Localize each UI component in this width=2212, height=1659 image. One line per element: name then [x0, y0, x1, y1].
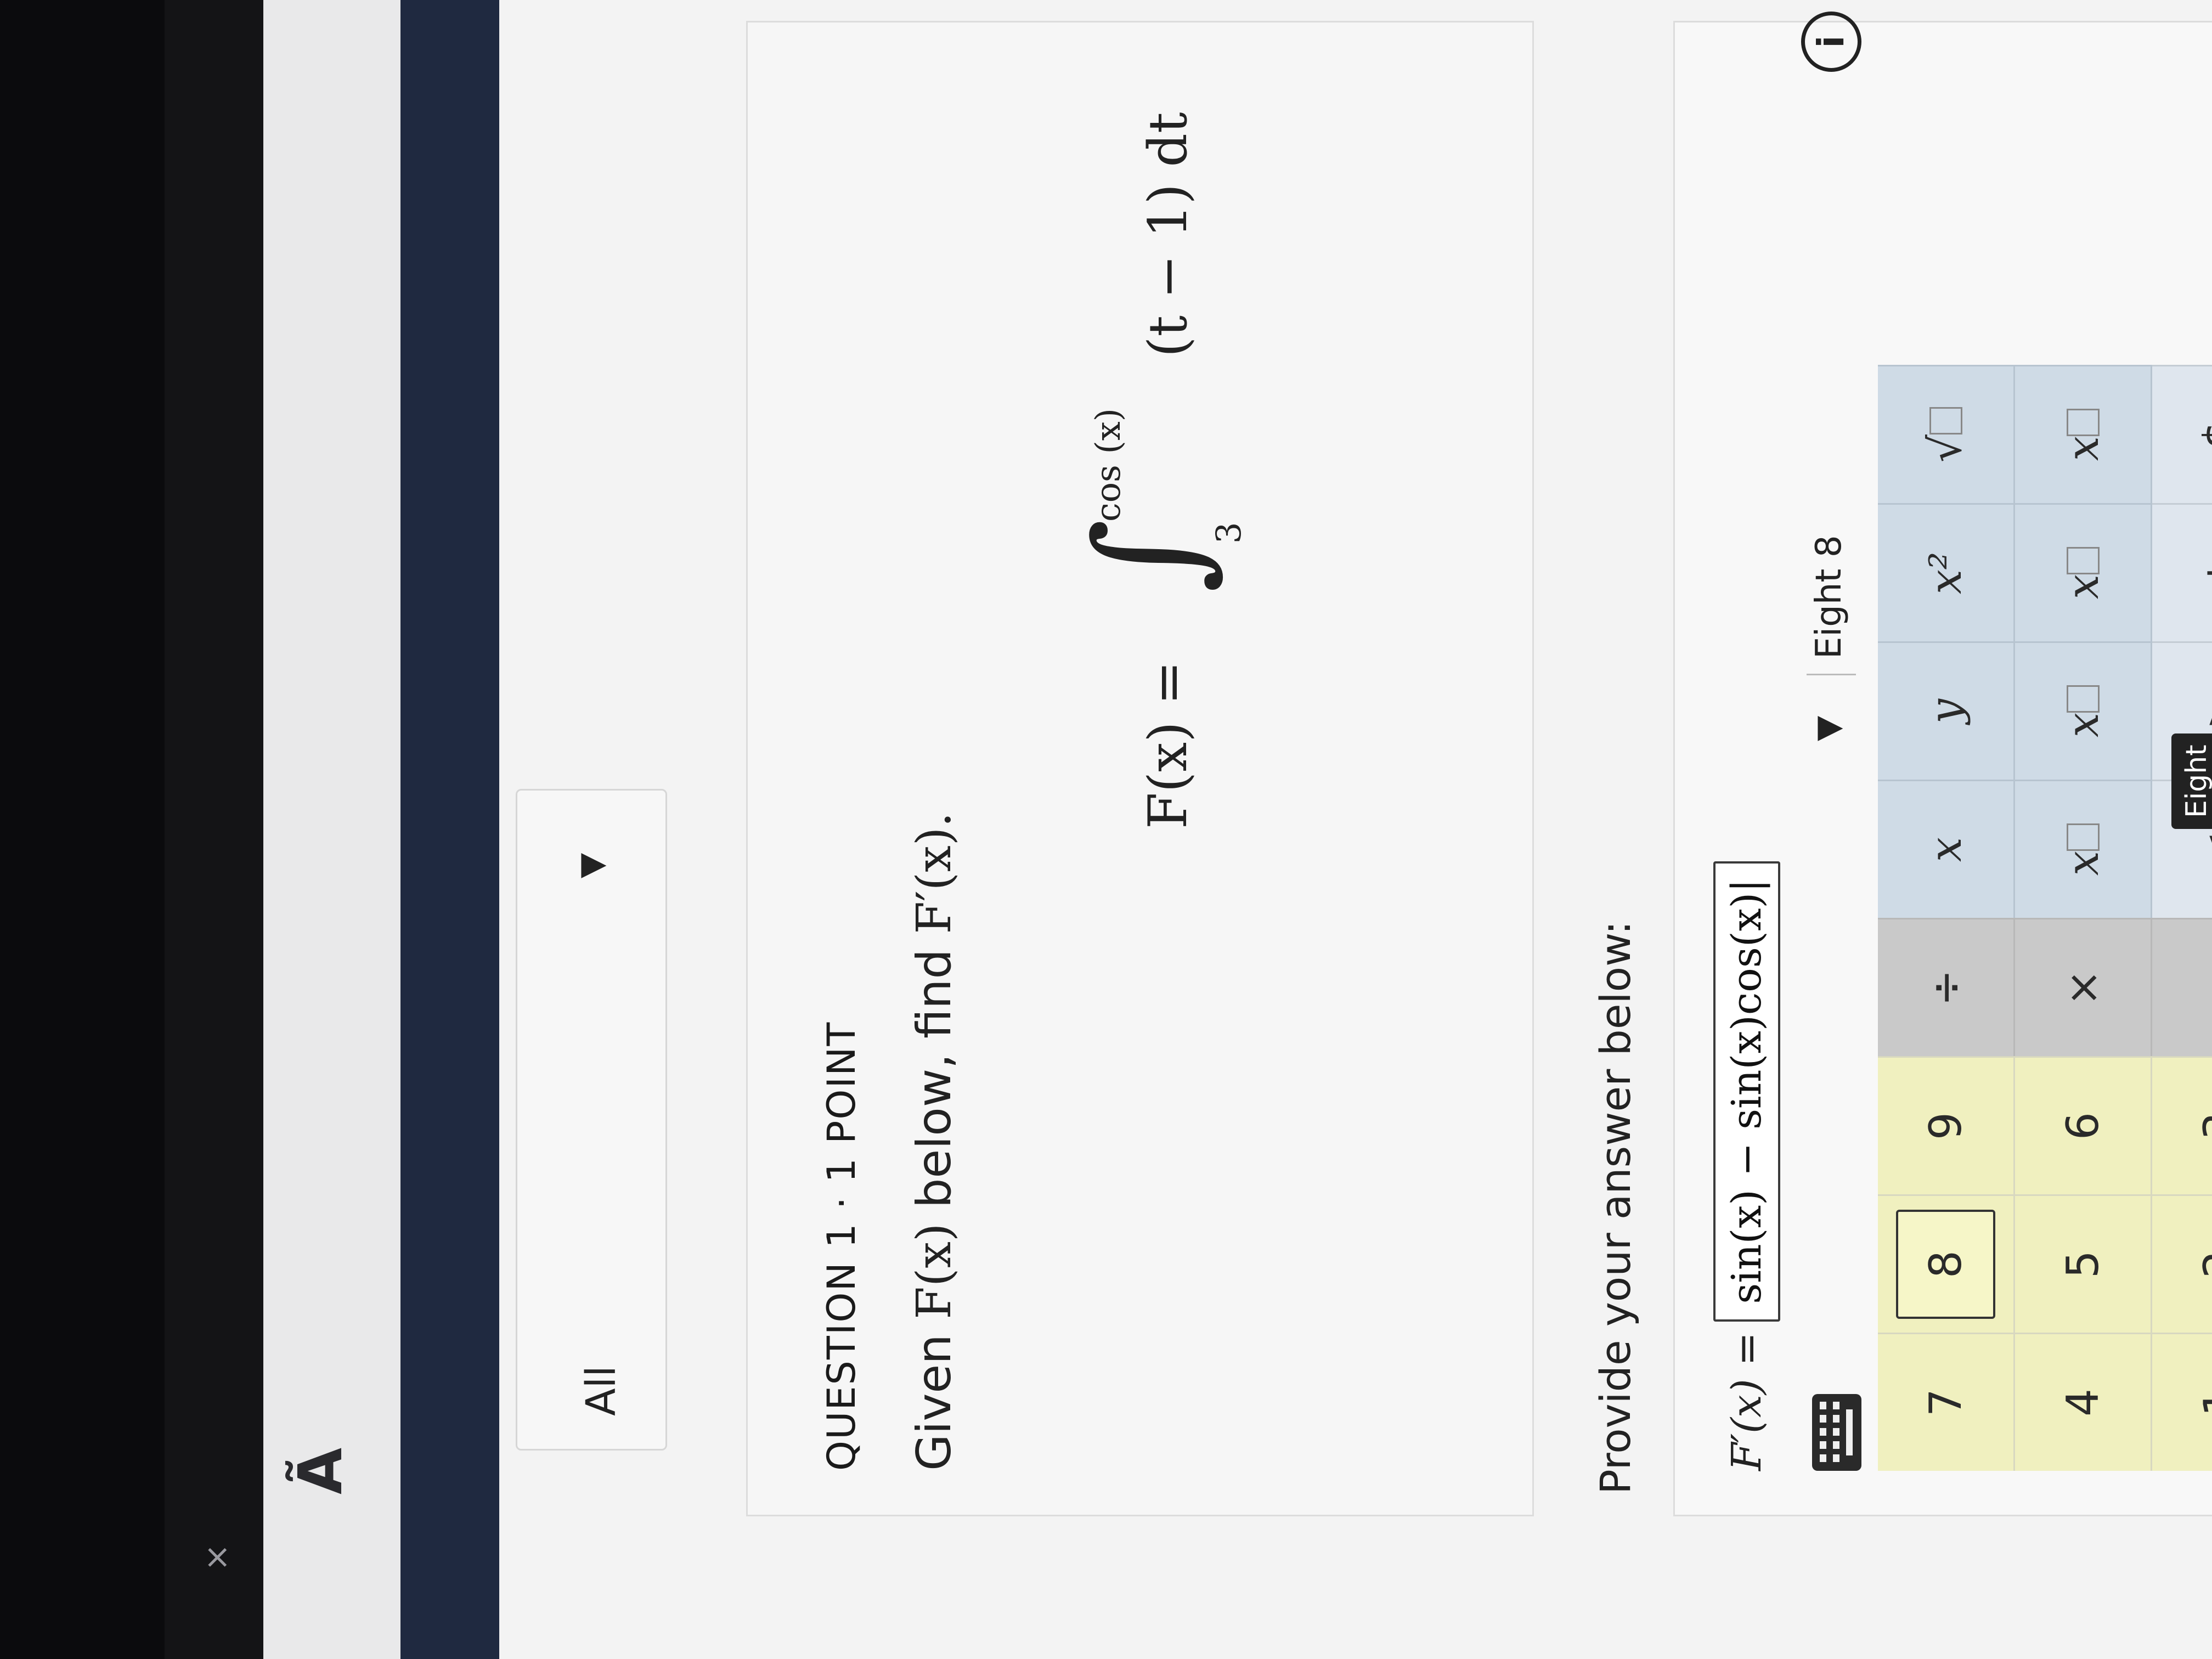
keypad-toolbar: ▼ Eight 8 i — [1801, 12, 1867, 1471]
key-power[interactable]: x — [2015, 503, 2152, 641]
power-base: x — [2057, 574, 2108, 600]
key-mixed-fraction[interactable]: x — [2015, 641, 2152, 780]
prompt-fprime: F′(x). — [907, 812, 962, 934]
subscript-base: x — [2057, 436, 2108, 461]
keypad-collapse-icon[interactable]: ▼ — [1809, 716, 1847, 741]
key-sqrt[interactable]: √ — [1878, 365, 2015, 503]
integrand: (t − 1) dt — [1137, 112, 1199, 357]
fraction-numerator: x — [2057, 850, 2108, 876]
prompt-mid: below, find — [907, 949, 962, 1209]
answer-row: F′(x) = sin(x) − sin(x)cos(x)| — [1713, 861, 1780, 1471]
answer-prompt: Provide your answer below: — [1591, 921, 1640, 1494]
key-divide[interactable]: ÷ — [1878, 918, 2015, 1056]
formula-lhs: F(x) = — [1137, 661, 1199, 829]
key-multiply[interactable]: × — [2015, 918, 2152, 1056]
key-fraction[interactable]: x — [2015, 780, 2152, 918]
answer-lhs: F′(x) = — [1723, 1331, 1770, 1471]
mixed-fraction-whole: x — [2057, 712, 2108, 738]
browser-chrome — [263, 0, 400, 1659]
question-header: QUESTION 1 · 1 POINT — [819, 1021, 864, 1471]
toolbar-divider — [1807, 674, 1856, 675]
prompt-prefix: Given — [907, 1334, 962, 1471]
rotated-screen: × Ã All ▼ QUESTION 1 · 1 POINT Given F(x… — [0, 0, 2212, 1659]
tab-favicon-glyph: Ã — [285, 1447, 356, 1494]
prompt-fx: F(x) — [907, 1223, 962, 1319]
placeholder-box-icon — [2066, 408, 2100, 436]
key-y[interactable]: y — [1878, 641, 2015, 780]
key-x[interactable]: x — [1878, 780, 2015, 918]
site-nav-bar — [400, 0, 499, 1659]
key-tooltip: Eight — [2171, 733, 2212, 829]
key-subscript[interactable]: x — [2015, 365, 2152, 503]
key-1[interactable]: 1 — [2152, 1333, 2212, 1471]
filter-selected-value: All — [578, 1365, 625, 1416]
chevron-down-icon: ▼ — [572, 853, 611, 878]
question-card: QUESTION 1 · 1 POINT Given F(x) below, f… — [746, 21, 1534, 1516]
key-x-squared[interactable]: x² — [1878, 503, 2015, 641]
question-filter-dropdown[interactable]: All ▼ — [516, 789, 667, 1451]
key-5[interactable]: 5 — [2015, 1194, 2152, 1333]
key-7[interactable]: 7 — [1878, 1333, 2015, 1471]
integral-upper-limit: cos (x) — [1088, 408, 1128, 522]
key-3[interactable]: 3 — [2152, 1056, 2212, 1194]
answer-card: F′(x) = sin(x) − sin(x)cos(x)| ▼ Eight 8… — [1673, 12, 2212, 1516]
key-8-label: 8 — [1896, 1210, 1995, 1319]
placeholder-box-icon — [2066, 823, 2100, 851]
key-minus[interactable]: - — [2152, 918, 2212, 1056]
key-dollar[interactable]: $ — [2152, 365, 2212, 503]
key-9[interactable]: 9 — [1878, 1056, 2015, 1194]
sqrt-icon: √ — [1920, 435, 1971, 462]
placeholder-box-icon — [2066, 546, 2100, 574]
integral-lower-limit: 3 — [1209, 522, 1249, 544]
key-8[interactable]: 8 — [1878, 1194, 2015, 1333]
key-4[interactable]: 4 — [2015, 1333, 2152, 1471]
keyboard-toggle-icon[interactable] — [1812, 1394, 1861, 1471]
close-tab-icon[interactable]: × — [198, 1544, 236, 1571]
keypad-announcement: Eight 8 — [1809, 535, 1849, 659]
key-2[interactable]: 2 — [2152, 1194, 2212, 1333]
info-icon[interactable]: i — [1801, 12, 1861, 72]
browser-tab-strip — [165, 0, 263, 1659]
key-6[interactable]: 6 — [2015, 1056, 2152, 1194]
math-keypad: 7 8 9 ÷ x y x² √ 4 5 6 × x x x x 1 2 3 -… — [1878, 44, 2212, 1471]
question-prompt: Given F(x) below, find F′(x). — [907, 812, 962, 1471]
key-plus-minus[interactable]: ± — [2152, 503, 2212, 641]
integral-sign: ∫ — [1065, 518, 1231, 593]
answer-input[interactable]: sin(x) − sin(x)cos(x)| — [1713, 861, 1780, 1322]
placeholder-box-icon — [1929, 407, 1962, 435]
placeholder-box-icon — [2066, 685, 2100, 713]
